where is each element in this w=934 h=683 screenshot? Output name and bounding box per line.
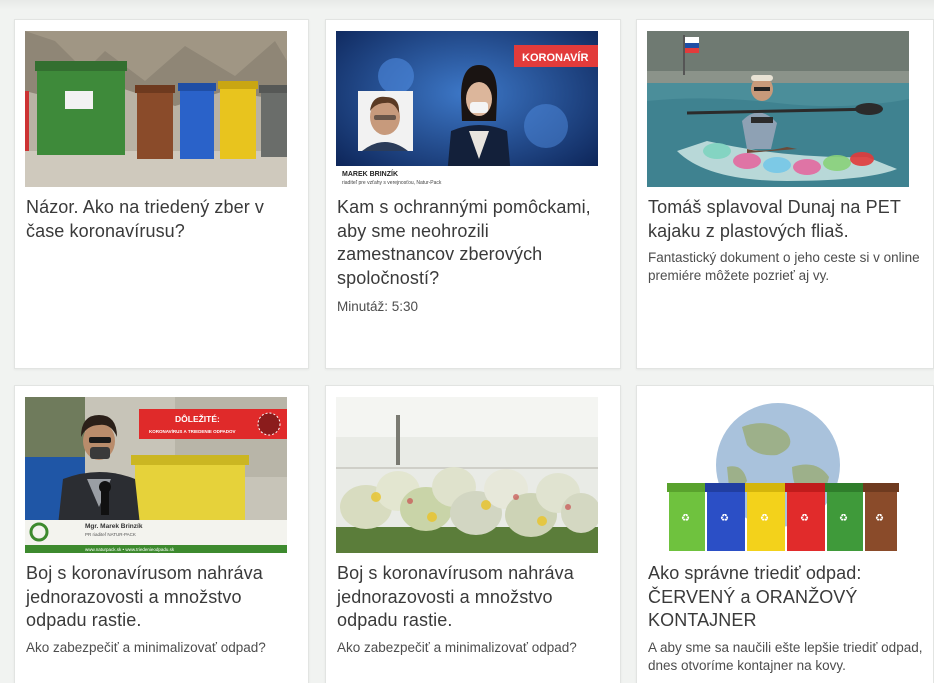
article-card[interactable]: Boj s koronavírusom nahráva jednorazovos…: [325, 385, 621, 683]
svg-text:♻: ♻: [839, 513, 848, 524]
article-title[interactable]: Boj s koronavírusom nahráva jednorazovos…: [337, 562, 605, 633]
image-banner-text: KORONAVÍR: [522, 51, 588, 64]
image-name-text: MAREK BRINZÍK: [342, 169, 398, 178]
news-broadcast-photo: KORONAVÍR MAREK BRINZÍK riaditeľ pre vzť…: [336, 31, 598, 187]
globe-bins-illustration: ♻ ♻ ♻ ♻ ♻ ♻: [647, 397, 909, 553]
article-thumbnail[interactable]: ♻ ♻ ♻ ♻ ♻ ♻: [647, 397, 909, 553]
svg-text:♻: ♻: [875, 513, 884, 524]
article-card[interactable]: Tomáš splavoval Dunaj na PET kajaku z pl…: [636, 19, 934, 369]
svg-text:♻: ♻: [800, 513, 809, 524]
article-title[interactable]: Boj s koronavírusom nahráva jednorazovos…: [26, 562, 294, 633]
article-thumbnail[interactable]: [336, 397, 598, 553]
image-name-text: Mgr. Marek Brinzík: [85, 523, 143, 530]
article-title[interactable]: Tomáš splavoval Dunaj na PET kajaku z pl…: [648, 196, 916, 243]
article-card[interactable]: KORONAVÍR MAREK BRINZÍK riaditeľ pre vzť…: [325, 19, 621, 369]
article-title[interactable]: Ako správne triediť odpad: ČERVENÝ a ORA…: [648, 562, 916, 633]
image-banner-title: DÔLEŽITÉ:: [175, 413, 220, 424]
image-links-text: www.naturpack.sk • www.triedenieodpadu.s…: [85, 547, 175, 552]
article-thumbnail[interactable]: KORONAVÍR MAREK BRINZÍK riaditeľ pre vzť…: [336, 31, 598, 187]
waste-bags-photo: [336, 397, 598, 553]
article-title[interactable]: Kam s ochrannými pomôckami, aby sme neoh…: [337, 196, 605, 290]
pet-kayak-photo: [647, 31, 909, 187]
article-thumbnail[interactable]: DÔLEŽITÉ: KORONAVÍRUS A TRIEDENIE ODPADO…: [25, 397, 287, 553]
interview-photo: DÔLEŽITÉ: KORONAVÍRUS A TRIEDENIE ODPADO…: [25, 397, 287, 553]
article-card[interactable]: Názor. Ako na triedený zber v čase koron…: [14, 19, 309, 369]
image-banner-subtitle: KORONAVÍRUS A TRIEDENIE ODPADOV: [149, 427, 236, 434]
article-card[interactable]: DÔLEŽITÉ: KORONAVÍRUS A TRIEDENIE ODPADO…: [14, 385, 309, 683]
article-description: A aby sme sa naučili ešte lepšie triediť…: [648, 640, 923, 673]
article-description: Ako zabezpečiť a minimalizovať odpad?: [337, 640, 577, 655]
svg-text:♻: ♻: [760, 513, 769, 524]
article-title[interactable]: Názor. Ako na triedený zber v čase koron…: [26, 196, 294, 243]
image-role-text: riaditeľ pre vzťahy s verejnosťou, Natur…: [342, 180, 442, 186]
article-thumbnail[interactable]: [647, 31, 909, 187]
svg-text:♻: ♻: [720, 513, 729, 524]
article-description: Fantastický dokument o jeho ceste si v o…: [648, 250, 920, 283]
article-description: Minutáž: 5:30: [337, 299, 419, 314]
sorting-bins-photo: [25, 31, 287, 187]
article-card[interactable]: ♻ ♻ ♻ ♻ ♻ ♻ Ako správne triediť odpad: Č…: [636, 385, 934, 683]
page-top-edge: [0, 0, 934, 10]
svg-text:♻: ♻: [681, 513, 690, 524]
image-role-text: PR riaditeľ NATUR-PACK: [85, 532, 136, 537]
article-description: Ako zabezpečiť a minimalizovať odpad?: [26, 640, 266, 655]
article-thumbnail[interactable]: [25, 31, 287, 187]
